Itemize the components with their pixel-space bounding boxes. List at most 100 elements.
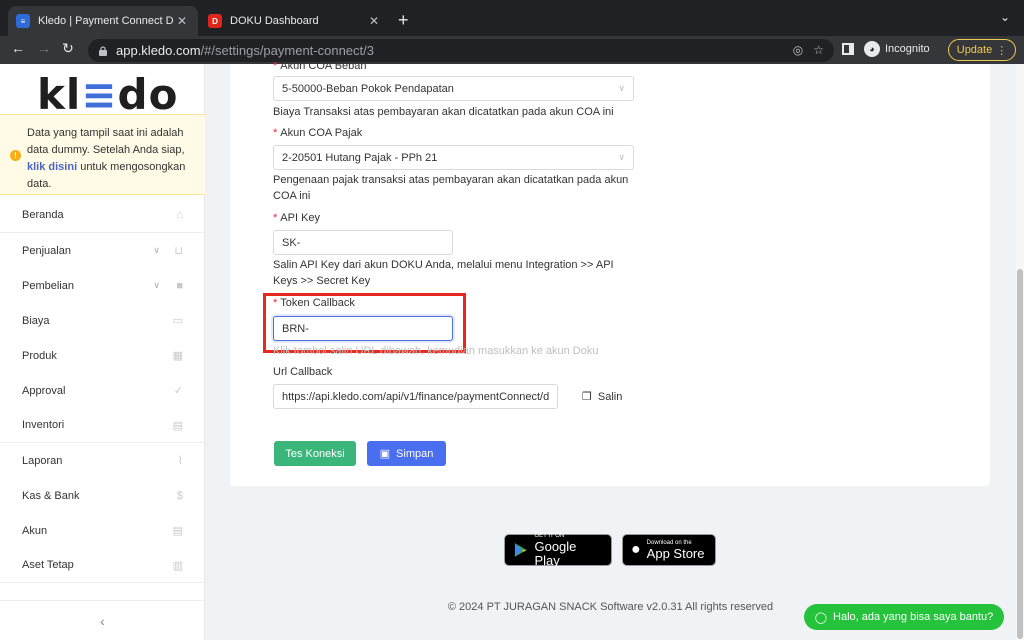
lock-icon bbox=[99, 45, 107, 56]
sidebar-item-pembelian[interactable]: Pembelian ∨ ■ bbox=[0, 268, 205, 303]
warning-icon: ! bbox=[10, 150, 21, 161]
apple-icon: ● bbox=[631, 541, 641, 558]
incognito-icon: ◕ bbox=[864, 41, 880, 57]
kledo-favicon-icon: ≡ bbox=[16, 14, 30, 28]
url-callback-value: https://api.kledo.com/api/v1/finance/pay… bbox=[282, 390, 550, 403]
kledo-logo[interactable]: kl≡do bbox=[37, 70, 178, 119]
tab-title: Kledo | Payment Connect Doku bbox=[38, 15, 174, 27]
sidebar-item-beranda[interactable]: Beranda ⌂ bbox=[0, 198, 205, 233]
coa-beban-value: 5-50000-Beban Pokok Pendapatan bbox=[282, 82, 454, 95]
whatsapp-icon: ◯ bbox=[814, 611, 828, 624]
notice-text: Data yang tampil saat ini adalah data du… bbox=[27, 127, 185, 156]
app-store-big-text: App Store bbox=[646, 545, 705, 561]
back-arrow-icon[interactable]: ← bbox=[8, 40, 28, 56]
browser-toolbar: ← → ↻ app.kledo.com/#/settings/payment-c… bbox=[0, 36, 1024, 64]
browser-tabbar: ≡ Kledo | Payment Connect Doku ✕ D DOKU … bbox=[0, 0, 1024, 36]
scrollbar-thumb[interactable] bbox=[1017, 269, 1023, 639]
home-icon: ⌂ bbox=[176, 209, 183, 221]
new-tab-icon[interactable]: + bbox=[398, 10, 409, 31]
dollar-icon: $ bbox=[176, 489, 183, 502]
copy-label: Salin bbox=[597, 390, 623, 403]
test-connection-button[interactable]: Tes Koneksi bbox=[274, 441, 356, 466]
sidebar-item-label: Kas & Bank bbox=[22, 489, 80, 502]
sidebar-item-produk[interactable]: Produk ▦ bbox=[0, 338, 205, 373]
save-button[interactable]: ▣ Simpan bbox=[367, 441, 446, 466]
forward-arrow-icon[interactable]: → bbox=[34, 40, 54, 56]
star-icon[interactable]: ☆ bbox=[813, 43, 824, 57]
update-label: Update bbox=[956, 44, 993, 56]
side-panel-icon[interactable] bbox=[842, 43, 854, 55]
sidebar: kl≡do ! Data yang tampil saat ini adalah… bbox=[0, 64, 205, 640]
app-store-badges: GET IT ON Google Play ● Download on the Ap… bbox=[504, 533, 716, 568]
update-button[interactable]: Update ⋮ bbox=[948, 39, 1016, 61]
google-play-big-text: Google Play bbox=[534, 538, 577, 568]
sidebar-item-label: Beranda bbox=[22, 209, 64, 221]
url-host: app.kledo.com bbox=[116, 43, 201, 58]
test-connection-label: Tes Koneksi bbox=[285, 447, 345, 460]
sidebar-item-label: Laporan bbox=[22, 454, 63, 467]
api-key-label: * API Key bbox=[273, 212, 321, 224]
browser-tab-doku[interactable]: D DOKU Dashboard ✕ bbox=[200, 6, 390, 36]
token-callback-input[interactable]: BRN- bbox=[273, 316, 453, 341]
warehouse-icon: ▤ bbox=[172, 419, 183, 432]
sidebar-collapse-button[interactable]: ‹ bbox=[0, 600, 205, 640]
close-icon[interactable]: ✕ bbox=[366, 14, 382, 28]
sidebar-item-approval[interactable]: Approval ✓ bbox=[0, 373, 205, 408]
main-content: * Akun COA Beban 5-50000-Beban Pokok Pend… bbox=[205, 60, 1016, 640]
basket-icon: ⊔ bbox=[174, 245, 183, 257]
save-icon: ▣ bbox=[379, 448, 391, 460]
chevron-down-icon: ∨ bbox=[618, 152, 625, 162]
google-play-badge[interactable]: GET IT ON Google Play bbox=[504, 533, 612, 568]
copy-url-button[interactable]: ❐ Salin bbox=[582, 390, 623, 404]
notice-link[interactable]: klik disini bbox=[27, 161, 77, 173]
url-callback-input[interactable]: https://api.kledo.com/api/v1/finance/pay… bbox=[273, 384, 558, 409]
api-key-input[interactable]: SK- bbox=[273, 230, 453, 255]
sidebar-item-laporan[interactable]: Laporan ⌇ bbox=[0, 443, 205, 478]
card-icon: ▭ bbox=[172, 315, 183, 327]
api-key-help: Salin API Key dari akun DOKU Anda, melal… bbox=[273, 259, 614, 287]
url-callback-label: Url Callback bbox=[273, 366, 333, 378]
token-callback-value: BRN- bbox=[282, 322, 309, 335]
reload-icon[interactable]: ↻ bbox=[58, 40, 78, 57]
coa-beban-select[interactable]: 5-50000-Beban Pokok Pendapatan ∨ bbox=[273, 76, 634, 101]
chevron-left-icon: ‹ bbox=[100, 612, 105, 629]
sidebar-item-label: Pembelian bbox=[22, 279, 74, 292]
building-icon: ▥ bbox=[172, 559, 183, 572]
save-label: Simpan bbox=[396, 447, 434, 460]
sidebar-item-akun[interactable]: Akun ▤ bbox=[0, 513, 205, 548]
close-icon[interactable]: ✕ bbox=[174, 14, 190, 28]
app-store-badge[interactable]: ● Download on the App Store bbox=[622, 534, 716, 566]
incognito-label: Incognito bbox=[885, 43, 930, 55]
token-callback-label: * Token Callback bbox=[273, 297, 355, 309]
payment-connect-form: * Akun COA Beban 5-50000-Beban Pokok Pend… bbox=[230, 60, 990, 486]
sidebar-item-label: Produk bbox=[22, 349, 57, 362]
incognito-indicator[interactable]: ◕ Incognito bbox=[864, 41, 930, 57]
eye-off-icon[interactable]: ◎ bbox=[793, 43, 803, 57]
address-bar[interactable]: app.kledo.com/#/settings/payment-connect… bbox=[88, 39, 834, 62]
coa-pajak-help: Pengenaan pajak transaksi atas pembayara… bbox=[273, 174, 629, 202]
browser-tab-kledo[interactable]: ≡ Kledo | Payment Connect Doku ✕ bbox=[8, 6, 198, 36]
coa-beban-label: * Akun COA Beban bbox=[273, 60, 367, 72]
coa-pajak-value: 2-20501 Hutang Pajak - PPh 21 bbox=[282, 151, 438, 164]
chart-icon: ⌇ bbox=[177, 455, 183, 467]
sidebar-item-aset-tetap[interactable]: Aset Tetap ▥ bbox=[0, 548, 205, 583]
chevron-down-icon[interactable]: ⌄ bbox=[1000, 10, 1010, 24]
copy-icon: ❐ bbox=[582, 391, 592, 403]
doku-favicon-icon: D bbox=[208, 14, 222, 28]
sidebar-item-label: Inventori bbox=[22, 419, 65, 431]
sidebar-item-label: Approval bbox=[22, 384, 66, 397]
dummy-data-notice: ! Data yang tampil saat ini adalah data … bbox=[0, 114, 205, 195]
check-icon: ✓ bbox=[173, 385, 183, 397]
coa-pajak-select[interactable]: 2-20501 Hutang Pajak - PPh 21 ∨ bbox=[273, 145, 634, 170]
sidebar-menu: Beranda ⌂ Penjualan ∨ ⊔ Pembelian ∨ ■ Biaya ▭ … bbox=[0, 198, 205, 583]
whatsapp-chat-button[interactable]: ◯ Halo, ada yang bisa saya bantu? bbox=[804, 604, 1004, 630]
coa-pajak-label: * Akun COA Pajak bbox=[273, 127, 363, 139]
box-icon: ▦ bbox=[172, 350, 183, 362]
sidebar-item-biaya[interactable]: Biaya ▭ bbox=[0, 303, 205, 338]
sidebar-item-kas-bank[interactable]: Kas & Bank $ bbox=[0, 478, 205, 513]
sidebar-item-penjualan[interactable]: Penjualan ∨ ⊔ bbox=[0, 233, 205, 268]
tab-title: DOKU Dashboard bbox=[230, 15, 319, 27]
scrollbar[interactable] bbox=[1016, 64, 1024, 640]
sidebar-item-inventori[interactable]: Inventori ▤ bbox=[0, 408, 205, 443]
more-vertical-icon: ⋮ bbox=[996, 44, 1008, 57]
